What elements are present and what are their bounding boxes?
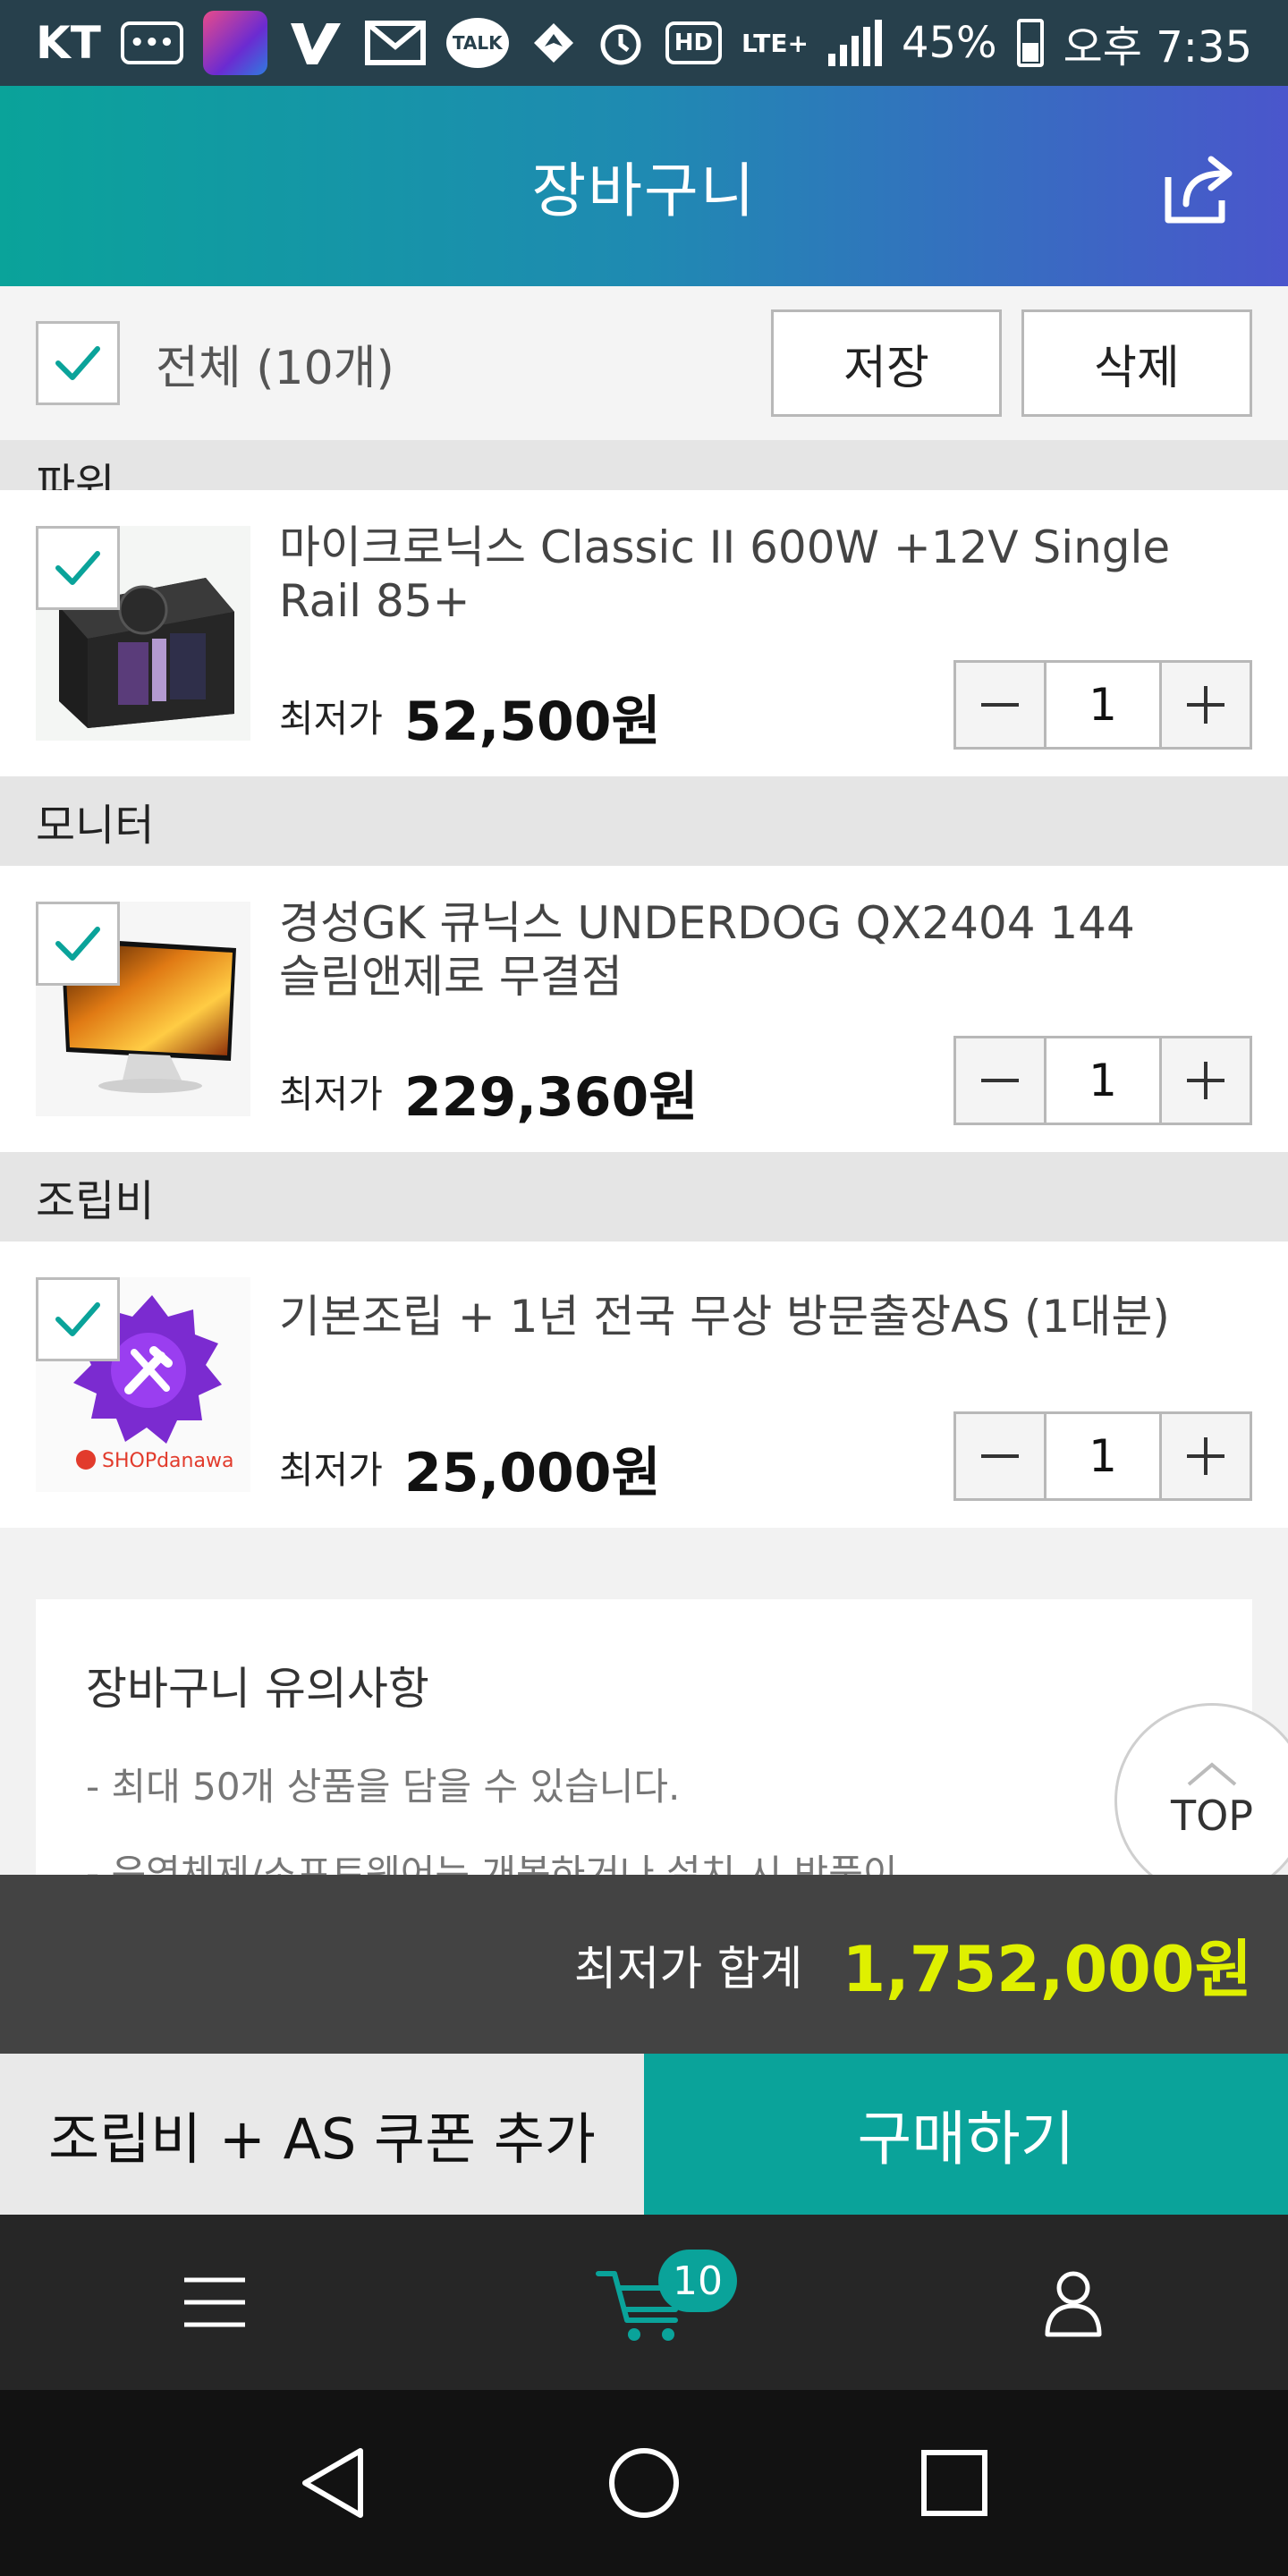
select-all-label: 전체 (10개) bbox=[156, 341, 394, 395]
quantity-value[interactable]: 1 bbox=[1044, 1038, 1162, 1123]
menu-button[interactable] bbox=[125, 2235, 304, 2369]
quantity-value[interactable]: 1 bbox=[1044, 1414, 1162, 1498]
product-name[interactable]: 기본조립 + 1년 전국 무상 방문출장AS (1대분) bbox=[279, 1290, 1245, 1343]
chevron-up-icon bbox=[1187, 1762, 1237, 1786]
shopdanawa-logo: SHOPdanawa bbox=[102, 1450, 233, 1472]
category-header-assembly: 조립비 bbox=[0, 1152, 1288, 1241]
battery-percent: 45% bbox=[901, 18, 997, 68]
list-spacer bbox=[0, 1528, 1288, 1599]
item-checkbox[interactable] bbox=[36, 902, 120, 986]
page-title: 장바구니 bbox=[531, 157, 757, 225]
cart-item: 마이크로닉스 Classic II 600W +12V Single Rail … bbox=[0, 490, 1288, 776]
hamburger-menu-icon bbox=[184, 2277, 245, 2327]
cart-toolbar: 전체 (10개) 저장 삭제 bbox=[0, 286, 1288, 440]
price-label: 최저가 bbox=[279, 697, 383, 741]
total-value: 1,752,000원 bbox=[842, 1932, 1252, 2006]
product-name[interactable]: 경성GK 큐닉스 UNDERDOG QX2404 144 슬림앤제로 무결점 bbox=[279, 896, 1138, 1004]
price-label: 최저가 bbox=[279, 1072, 383, 1116]
cart-list[interactable]: 파워 마이크로닉스 Classic II 600W +12V Single Ra… bbox=[0, 440, 1288, 1875]
system-nav-bar bbox=[0, 2390, 1288, 2576]
minus-icon bbox=[981, 1079, 1019, 1082]
check-icon bbox=[55, 927, 100, 961]
notice-title: 장바구니 유의사항 bbox=[86, 1663, 429, 1715]
navigation-app-icon bbox=[529, 18, 579, 68]
quantity-stepper: 1 bbox=[953, 1411, 1252, 1501]
plus-icon bbox=[1187, 1437, 1224, 1475]
vpn-icon bbox=[287, 18, 344, 68]
plus-icon bbox=[1187, 1062, 1224, 1099]
quantity-value[interactable]: 1 bbox=[1044, 663, 1162, 747]
add-coupon-button[interactable]: 조립비 + AS 쿠폰 추가 bbox=[0, 2054, 644, 2215]
page-header: 장바구니 bbox=[0, 86, 1288, 286]
carrier-label: KT bbox=[36, 17, 101, 69]
decrease-quantity-button[interactable] bbox=[956, 1038, 1044, 1123]
battery-icon bbox=[1016, 19, 1044, 67]
message-icon: ••• bbox=[120, 21, 183, 64]
signal-strength-icon bbox=[827, 20, 882, 66]
save-button[interactable]: 저장 bbox=[771, 309, 1002, 417]
minus-icon bbox=[981, 1454, 1019, 1458]
home-circle-icon bbox=[608, 2448, 679, 2518]
total-bar: 최저가 합계 1,752,000원 bbox=[0, 1875, 1288, 2054]
cart-notice-box: 장바구니 유의사항 - 최대 50개 상품을 담을 수 있습니다. - 운영체제… bbox=[36, 1599, 1252, 1875]
buy-button[interactable]: 구매하기 bbox=[644, 2054, 1288, 2215]
my-page-button[interactable] bbox=[984, 2235, 1163, 2369]
cart-item: 경성GK 큐닉스 UNDERDOG QX2404 144 슬림앤제로 무결점 최… bbox=[0, 866, 1288, 1152]
back-triangle-icon bbox=[302, 2448, 364, 2518]
product-price: 52,500원 bbox=[404, 691, 661, 753]
user-icon bbox=[1045, 2271, 1102, 2337]
kakaotalk-icon: TALK bbox=[445, 18, 509, 68]
item-checkbox[interactable] bbox=[36, 1277, 120, 1361]
action-bar: 조립비 + AS 쿠폰 추가 구매하기 bbox=[0, 2054, 1288, 2215]
increase-quantity-button[interactable] bbox=[1162, 1038, 1250, 1123]
lte-icon: LTE+ bbox=[741, 28, 809, 58]
hd-voice-icon: HD bbox=[665, 21, 723, 64]
recent-apps-button[interactable] bbox=[901, 2429, 1008, 2537]
price-label: 최저가 bbox=[279, 1448, 383, 1492]
back-button[interactable] bbox=[280, 2429, 387, 2537]
game-app-icon bbox=[202, 11, 267, 75]
select-all-checkbox[interactable] bbox=[36, 321, 120, 405]
home-button[interactable] bbox=[590, 2429, 698, 2537]
product-name[interactable]: 마이크로닉스 Classic II 600W +12V Single Rail … bbox=[279, 521, 1245, 628]
gmail-icon bbox=[364, 18, 427, 68]
recent-apps-square-icon bbox=[920, 2450, 987, 2516]
decrease-quantity-button[interactable] bbox=[956, 663, 1044, 747]
category-header-power: 파워 bbox=[0, 440, 1288, 490]
cart-button[interactable]: 10 bbox=[555, 2235, 737, 2369]
clock-time: 오후 7:35 bbox=[1063, 22, 1252, 72]
increase-quantity-button[interactable] bbox=[1162, 663, 1250, 747]
decrease-quantity-button[interactable] bbox=[956, 1414, 1044, 1498]
check-icon bbox=[55, 1302, 100, 1336]
category-header-monitor: 모니터 bbox=[0, 776, 1288, 866]
item-checkbox[interactable] bbox=[36, 526, 120, 610]
alarm-clock-icon bbox=[596, 18, 646, 68]
increase-quantity-button[interactable] bbox=[1162, 1414, 1250, 1498]
bottom-nav: 10 bbox=[0, 2215, 1288, 2390]
product-price: 229,360원 bbox=[404, 1066, 699, 1129]
check-icon bbox=[55, 551, 100, 585]
minus-icon bbox=[981, 703, 1019, 707]
delete-button[interactable]: 삭제 bbox=[1021, 309, 1252, 417]
quantity-stepper: 1 bbox=[953, 660, 1252, 750]
cart-count-badge: 10 bbox=[658, 2250, 737, 2312]
scroll-top-label: TOP bbox=[1170, 1792, 1254, 1840]
share-icon[interactable] bbox=[1156, 147, 1241, 233]
total-label: 최저가 합계 bbox=[573, 1942, 803, 1996]
check-icon bbox=[55, 346, 100, 380]
status-bar: KT ••• TALK HD LTE+ 45% 오후 7:35 bbox=[0, 0, 1288, 86]
notice-line: - 최대 50개 상품을 담을 수 있습니다. bbox=[86, 1765, 681, 1809]
plus-icon bbox=[1187, 686, 1224, 724]
notice-line: - 운영체제/소프트웨어는 개봉하거나 설치 시 반품이 bbox=[86, 1852, 898, 1875]
product-price: 25,000원 bbox=[404, 1442, 661, 1504]
quantity-stepper: 1 bbox=[953, 1036, 1252, 1125]
cart-item: SHOPdanawa 기본조립 + 1년 전국 무상 방문출장AS (1대분) … bbox=[0, 1241, 1288, 1528]
